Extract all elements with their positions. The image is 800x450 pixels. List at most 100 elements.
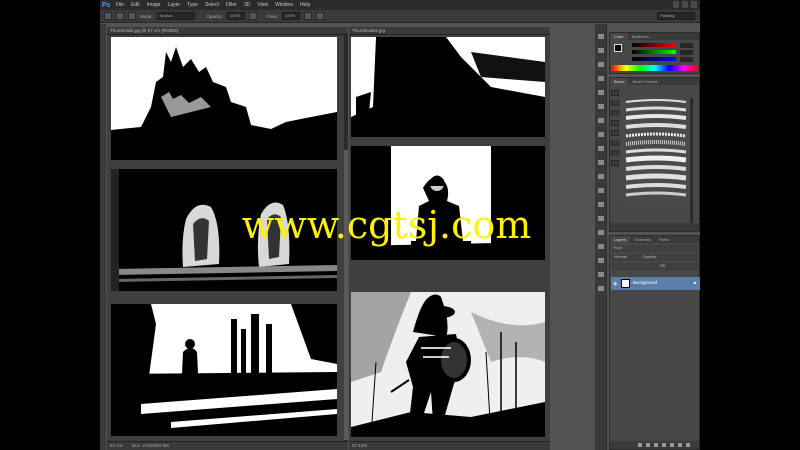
menu-help[interactable]: Help bbox=[300, 2, 310, 8]
canvas-right[interactable] bbox=[349, 35, 550, 441]
add-style-icon[interactable] bbox=[646, 443, 650, 447]
maximize-button[interactable] bbox=[682, 1, 688, 8]
notes-icon[interactable] bbox=[598, 216, 604, 221]
new-layer-icon[interactable] bbox=[678, 443, 682, 447]
brush-tool-preset-icon[interactable] bbox=[104, 12, 112, 20]
zoom-level-left[interactable]: 57.1% bbox=[110, 443, 123, 448]
kind-filter-label[interactable]: Kind bbox=[614, 245, 622, 250]
transfer-option[interactable] bbox=[611, 160, 619, 166]
brush-list-scrollbar[interactable] bbox=[690, 98, 693, 223]
close-button[interactable] bbox=[691, 1, 697, 8]
doc-size-left: Doc: 2.91M/62.9M bbox=[132, 443, 169, 448]
menu-select[interactable]: Select bbox=[205, 2, 219, 8]
blue-value-field[interactable] bbox=[680, 57, 693, 62]
properties-icon[interactable] bbox=[598, 48, 604, 53]
flow-field[interactable]: 100% bbox=[281, 12, 300, 20]
document-tab-left[interactable]: Thumbnails.jpg @ 57.1% (RGB/8) bbox=[107, 27, 348, 35]
paragraph-icon[interactable] bbox=[598, 118, 604, 123]
minimize-button[interactable] bbox=[673, 1, 679, 8]
foreground-color-swatch[interactable] bbox=[614, 44, 622, 52]
menu-window[interactable]: Window bbox=[275, 2, 293, 8]
options-bar: Mode: Normal Opacity: 100% Flow: 100% Pa… bbox=[100, 10, 700, 23]
tab-channels[interactable]: Channels bbox=[630, 236, 655, 243]
layer-comps-icon[interactable] bbox=[598, 258, 604, 263]
blue-slider[interactable] bbox=[632, 57, 676, 61]
tools-panel bbox=[100, 24, 106, 450]
3d-icon[interactable] bbox=[598, 244, 604, 249]
info-icon[interactable] bbox=[598, 62, 604, 67]
layers-panel-footer bbox=[610, 441, 699, 449]
layer-name[interactable]: Background bbox=[633, 280, 657, 285]
opacity-field[interactable]: 100% bbox=[227, 12, 246, 20]
thumbnail-castle bbox=[111, 37, 337, 160]
menu-file[interactable]: File bbox=[116, 2, 124, 8]
menu-type[interactable]: Type bbox=[187, 2, 198, 8]
layer-opacity-label: Opacity: bbox=[642, 254, 658, 259]
tab-brush-presets[interactable]: Brush Presets bbox=[628, 78, 661, 85]
color-dynamics-option[interactable] bbox=[611, 150, 619, 156]
history-icon[interactable] bbox=[598, 34, 604, 39]
menu-edit[interactable]: Edit bbox=[131, 2, 140, 8]
styles-icon[interactable] bbox=[598, 90, 604, 95]
add-mask-icon[interactable] bbox=[654, 443, 658, 447]
brush-preset-icon[interactable] bbox=[598, 286, 604, 291]
canvas-left[interactable] bbox=[107, 35, 344, 441]
flow-label: Flow: bbox=[267, 13, 278, 19]
brush-tip-shape-option[interactable] bbox=[611, 100, 619, 106]
mode-select[interactable]: Normal bbox=[156, 12, 195, 20]
tab-swatches[interactable]: Swatches bbox=[628, 33, 653, 40]
tab-layers[interactable]: Layers bbox=[610, 236, 631, 243]
green-slider[interactable] bbox=[632, 50, 676, 54]
texture-option[interactable] bbox=[611, 130, 619, 136]
blend-opacity-row: Normal Opacity: bbox=[612, 254, 698, 261]
menu-layer[interactable]: Layer bbox=[168, 2, 181, 8]
red-value-field[interactable] bbox=[680, 43, 693, 48]
menu-view[interactable]: View bbox=[257, 2, 268, 8]
brush-panel-toggle-icon[interactable] bbox=[128, 12, 136, 20]
shape-dynamics-option[interactable] bbox=[611, 110, 619, 116]
pressure-opacity-icon[interactable] bbox=[249, 12, 258, 20]
timeline-icon[interactable] bbox=[598, 202, 604, 207]
thumbnail-warrior bbox=[351, 292, 545, 437]
actions-icon[interactable] bbox=[598, 146, 604, 151]
menu-image[interactable]: Image bbox=[147, 2, 161, 8]
workspace-select[interactable]: Painting bbox=[657, 12, 695, 20]
tool-presets-icon[interactable] bbox=[598, 132, 604, 137]
swatch-icon[interactable] bbox=[598, 272, 604, 277]
red-slider[interactable] bbox=[632, 43, 676, 47]
delete-layer-icon[interactable] bbox=[686, 443, 690, 447]
brush-stroke-list[interactable] bbox=[622, 98, 690, 201]
histogram-icon[interactable] bbox=[598, 174, 604, 179]
scrollbar-thumb-left[interactable] bbox=[344, 150, 348, 440]
visibility-eye-icon[interactable]: ◉ bbox=[613, 281, 617, 287]
clone-source-icon[interactable] bbox=[598, 188, 604, 193]
character-icon[interactable] bbox=[598, 104, 604, 109]
zoom-level-right[interactable]: 57.14% bbox=[352, 443, 367, 448]
tab-brush[interactable]: Brush bbox=[610, 78, 629, 85]
airbrush-icon[interactable] bbox=[303, 12, 312, 20]
tab-color[interactable]: Color bbox=[610, 33, 628, 40]
green-value-field[interactable] bbox=[680, 50, 693, 55]
measurement-icon[interactable] bbox=[598, 230, 604, 235]
menu-3d[interactable]: 3D bbox=[244, 2, 250, 8]
status-bar-right: 57.14% bbox=[349, 441, 550, 450]
new-group-icon[interactable] bbox=[670, 443, 674, 447]
scattering-option[interactable] bbox=[611, 120, 619, 126]
tab-paths[interactable]: Paths bbox=[655, 236, 673, 243]
document-tab-right[interactable]: Thumbnails2.jpg bbox=[349, 27, 550, 35]
layer-row-background[interactable]: ◉ Background 🔒︎ bbox=[611, 277, 700, 290]
color-panel: Color Swatches bbox=[609, 32, 700, 74]
adjustment-layer-icon[interactable] bbox=[662, 443, 666, 447]
pressure-size-icon[interactable] bbox=[315, 12, 324, 20]
vertical-scrollbar-left[interactable] bbox=[344, 35, 348, 441]
link-layers-icon[interactable] bbox=[638, 443, 642, 447]
navigator-icon[interactable] bbox=[598, 160, 604, 165]
collapsed-panel-icons bbox=[595, 24, 607, 450]
blend-mode-select[interactable]: Normal bbox=[614, 254, 627, 259]
menu-filter[interactable]: Filter bbox=[226, 2, 237, 8]
color-spectrum-bar[interactable] bbox=[611, 65, 698, 71]
dual-brush-option[interactable] bbox=[611, 140, 619, 146]
brush-presets-button[interactable] bbox=[611, 90, 619, 96]
adjustments-icon[interactable] bbox=[598, 76, 604, 81]
brush-size-picker-icon[interactable] bbox=[116, 12, 124, 20]
